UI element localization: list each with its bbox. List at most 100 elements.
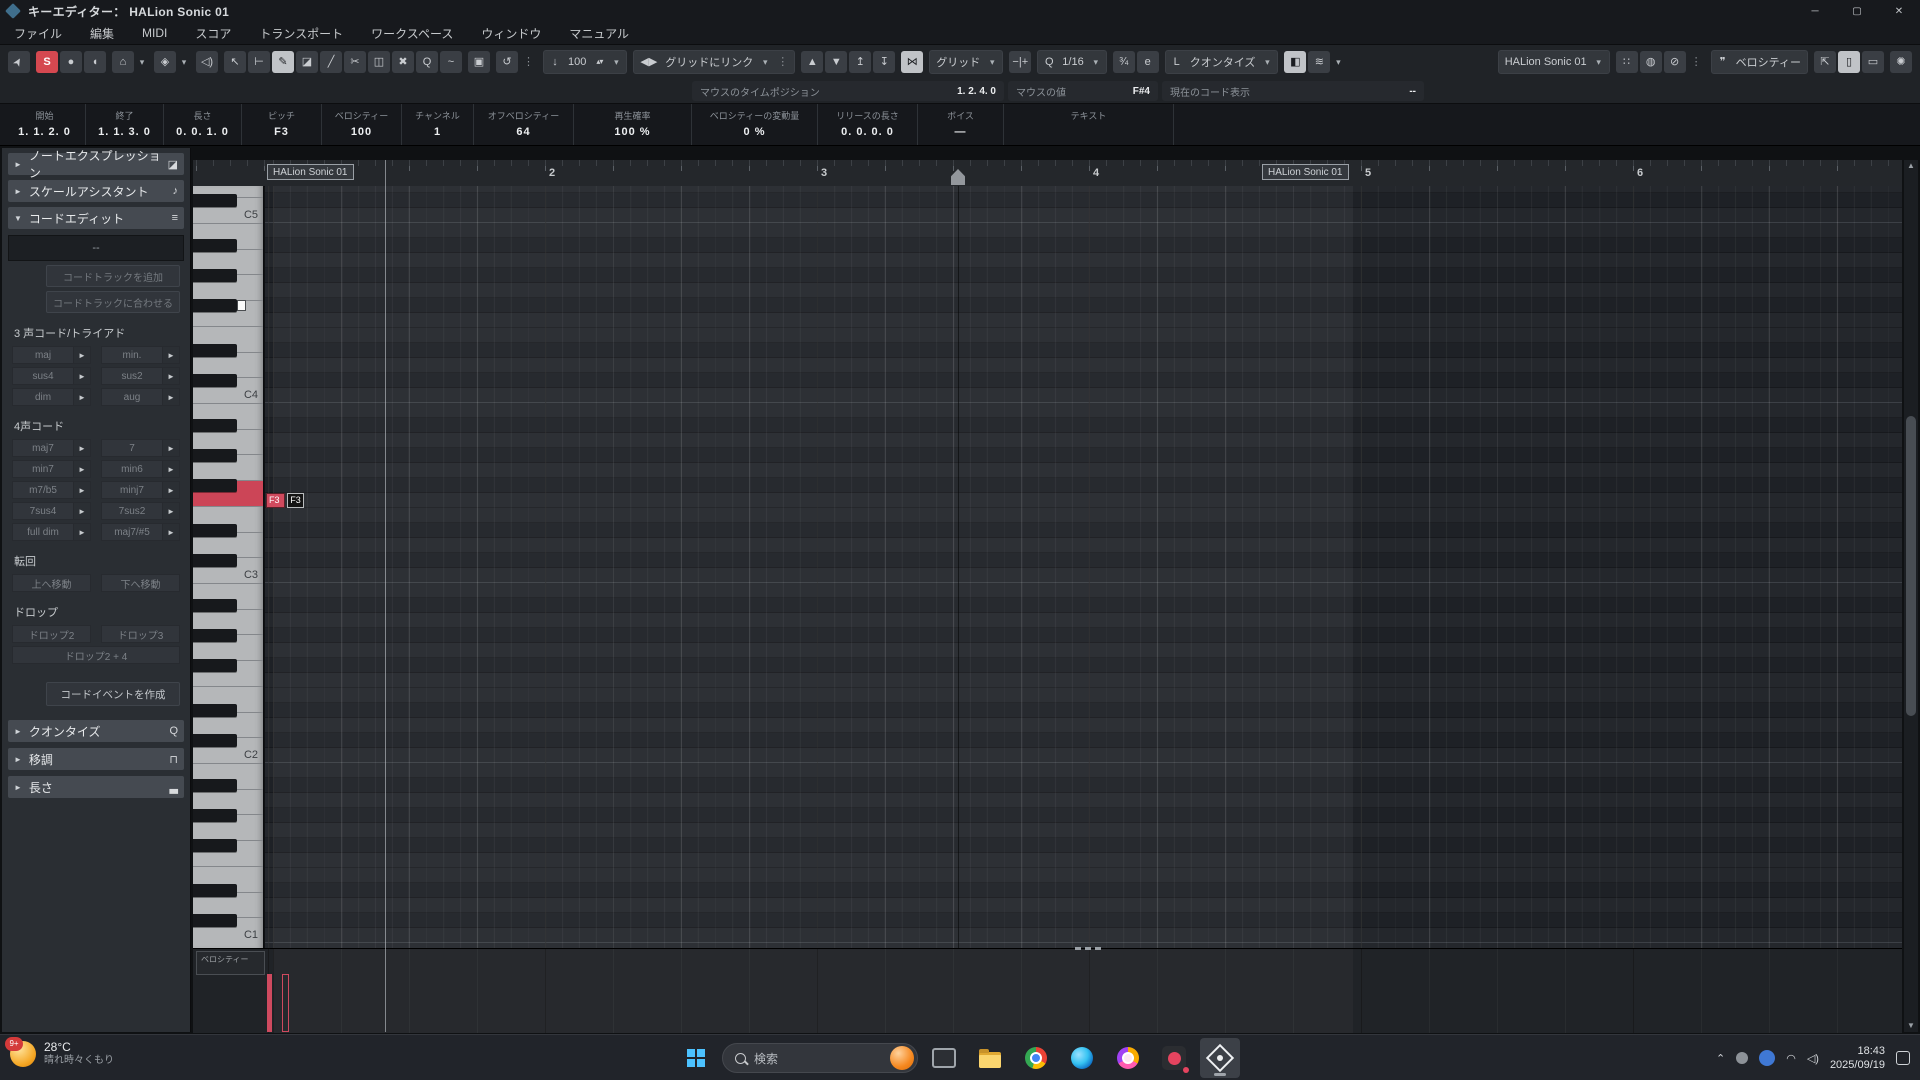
drop-3-button[interactable]: ドロップ3: [101, 625, 180, 643]
inspector-section-chord-edit[interactable]: ▼ コードエディット ≡: [8, 207, 184, 229]
insert-velocity-icon[interactable]: ↓: [548, 51, 562, 73]
volume-icon[interactable]: ◁): [1807, 1052, 1819, 1065]
lane-divider-handle[interactable]: [1075, 947, 1103, 950]
note-expression-view-button[interactable]: ◈: [154, 51, 176, 73]
black-key[interactable]: [193, 599, 237, 612]
drop-2-4-button[interactable]: ドロップ2 + 4: [12, 646, 180, 664]
chord-flyout-icon[interactable]: ►: [73, 503, 90, 519]
info-field-value[interactable]: 64: [516, 126, 530, 138]
quantize-value[interactable]: 1/16: [1060, 51, 1085, 73]
menu-item-8[interactable]: マニュアル: [569, 25, 629, 42]
info-field-value[interactable]: 1: [434, 126, 441, 138]
menu-item-5[interactable]: トランスポート: [259, 25, 343, 42]
menu-item-1[interactable]: ファイル: [14, 25, 62, 42]
black-key[interactable]: [193, 809, 237, 822]
tray-account-icon[interactable]: [1759, 1050, 1776, 1066]
audition-button[interactable]: ◁): [196, 51, 218, 73]
weather-widget[interactable]: 9+ 28°C 晴れ時々くもり: [5, 1036, 114, 1068]
info-field-value[interactable]: 1. 1. 3. 0: [98, 126, 151, 138]
taskbar-app-chrome-canary[interactable]: [1108, 1038, 1148, 1078]
tray-status-icon[interactable]: [1736, 1052, 1749, 1064]
tray-chevron-icon[interactable]: ⌃: [1716, 1052, 1725, 1065]
black-key[interactable]: [193, 374, 237, 387]
zoom-tool[interactable]: Q: [416, 51, 438, 73]
line-tool[interactable]: ╱: [320, 51, 342, 73]
black-key[interactable]: [193, 914, 237, 927]
taskbar-app-edge[interactable]: [1062, 1038, 1102, 1078]
draw-tool[interactable]: ✎: [272, 51, 294, 73]
black-key[interactable]: [193, 704, 237, 717]
inspector-section-note-expression[interactable]: ► ノートエクスプレッション ◪: [8, 149, 184, 180]
chord-maj-button[interactable]: maj ►: [12, 346, 91, 364]
chord-flyout-icon[interactable]: ►: [73, 368, 90, 384]
transpose-down-button[interactable]: ▼: [825, 51, 848, 73]
split-tool[interactable]: ✂: [344, 51, 366, 73]
midi-note-f3[interactable]: F3: [266, 493, 285, 508]
black-key[interactable]: [193, 659, 237, 672]
loop-more-button[interactable]: ⋮: [520, 51, 537, 73]
inspector-section-quantize[interactable]: ► クオンタイズ Q: [8, 720, 184, 742]
info-field-value[interactable]: 0. 0. 0. 0: [841, 126, 894, 138]
black-key[interactable]: [193, 554, 237, 567]
search-input[interactable]: 検索: [754, 1050, 778, 1067]
taskbar-app-file-explorer[interactable]: [970, 1038, 1010, 1078]
auto-select-controllers-button[interactable]: ⌂: [112, 51, 134, 73]
triplet-button[interactable]: ¾: [1112, 51, 1135, 73]
chord-flyout-icon[interactable]: ►: [162, 461, 179, 477]
show-part-borders-button[interactable]: ∷: [1615, 51, 1638, 73]
insert-velocity-stepper[interactable]: ▴▾: [592, 51, 606, 73]
chord-flyout-icon[interactable]: ►: [73, 482, 90, 498]
chord-flyout-icon[interactable]: ►: [162, 440, 179, 456]
snap-type-button[interactable]: −|+: [1009, 51, 1032, 73]
autoscroll-button[interactable]: ▣: [468, 51, 490, 73]
chord-flyout-icon[interactable]: ►: [162, 368, 179, 384]
glue-tool[interactable]: ◫: [368, 51, 390, 73]
move-top-button[interactable]: ↥: [849, 51, 872, 73]
midi-input-button[interactable]: ≋: [1308, 51, 1331, 73]
chord-sus2-button[interactable]: sus2 ►: [101, 367, 180, 385]
inspector-section-scale-assistant[interactable]: ► スケールアシスタント ♪: [8, 180, 184, 202]
black-key[interactable]: [193, 839, 237, 852]
move-bottom-button[interactable]: ↧: [873, 51, 896, 73]
black-key[interactable]: [193, 524, 237, 537]
erase-tool[interactable]: ◪: [296, 51, 318, 73]
curve-tool[interactable]: ~: [440, 51, 462, 73]
taskbar-app-screen-recorder[interactable]: [1154, 1038, 1194, 1078]
step-input-dd[interactable]: ▾: [1332, 51, 1344, 73]
velocity-bar-hollow[interactable]: [282, 974, 289, 1032]
chord-flyout-icon[interactable]: ►: [73, 389, 90, 405]
taskbar-app-task-view[interactable]: [924, 1038, 964, 1078]
piano-keyboard[interactable]: C5 C4 C3 C2 C1: [193, 186, 264, 948]
part-more-button[interactable]: ⋮: [1688, 51, 1705, 73]
chord-flyout-icon[interactable]: ►: [73, 347, 90, 363]
velocity-lane[interactable]: ベロシティー: [193, 947, 1902, 1033]
note-grid[interactable]: F3 F3: [265, 186, 1902, 949]
chord-min--button[interactable]: min. ►: [101, 346, 180, 364]
chord-dim-button[interactable]: dim ►: [12, 388, 91, 406]
pin-tool-button[interactable]: ➤: [8, 51, 30, 73]
menu-item-4[interactable]: スコア: [195, 25, 231, 42]
taskbar-app-cubase[interactable]: [1200, 1038, 1240, 1078]
inspector-section-transpose[interactable]: ► 移調 ⊓: [8, 748, 184, 770]
black-key[interactable]: [193, 884, 237, 897]
info-field-value[interactable]: 0. 0. 1. 0: [176, 126, 229, 138]
mute-tool[interactable]: ✖: [392, 51, 414, 73]
part-label[interactable]: HALion Sonic 01: [267, 164, 354, 180]
chord-m7-b5-button[interactable]: m7/b5 ►: [12, 481, 91, 499]
auto-select-dd[interactable]: ▾: [136, 51, 148, 73]
menu-item-7[interactable]: ウィンドウ: [481, 25, 541, 42]
chord-flyout-icon[interactable]: ►: [162, 347, 179, 363]
toolbar-setup-button[interactable]: ✺: [1890, 51, 1912, 73]
length-link-label[interactable]: グリッドにリンク: [663, 51, 755, 73]
move-up-button[interactable]: 上へ移動: [12, 574, 91, 592]
chord-maj7-5-button[interactable]: maj7/#5 ►: [101, 523, 180, 541]
chord-flyout-icon[interactable]: ►: [73, 524, 90, 540]
event-colors-label[interactable]: ベロシティー: [1734, 51, 1803, 73]
black-key[interactable]: [193, 194, 237, 207]
chord-aug-button[interactable]: aug ►: [101, 388, 180, 406]
vertical-scrollbar[interactable]: ▲ ▼: [1904, 160, 1918, 1032]
info-field-value[interactable]: ―: [955, 126, 967, 138]
open-in-window-button[interactable]: ⇱: [1814, 51, 1836, 73]
black-key[interactable]: [193, 629, 237, 642]
chord-flyout-icon[interactable]: ►: [162, 389, 179, 405]
